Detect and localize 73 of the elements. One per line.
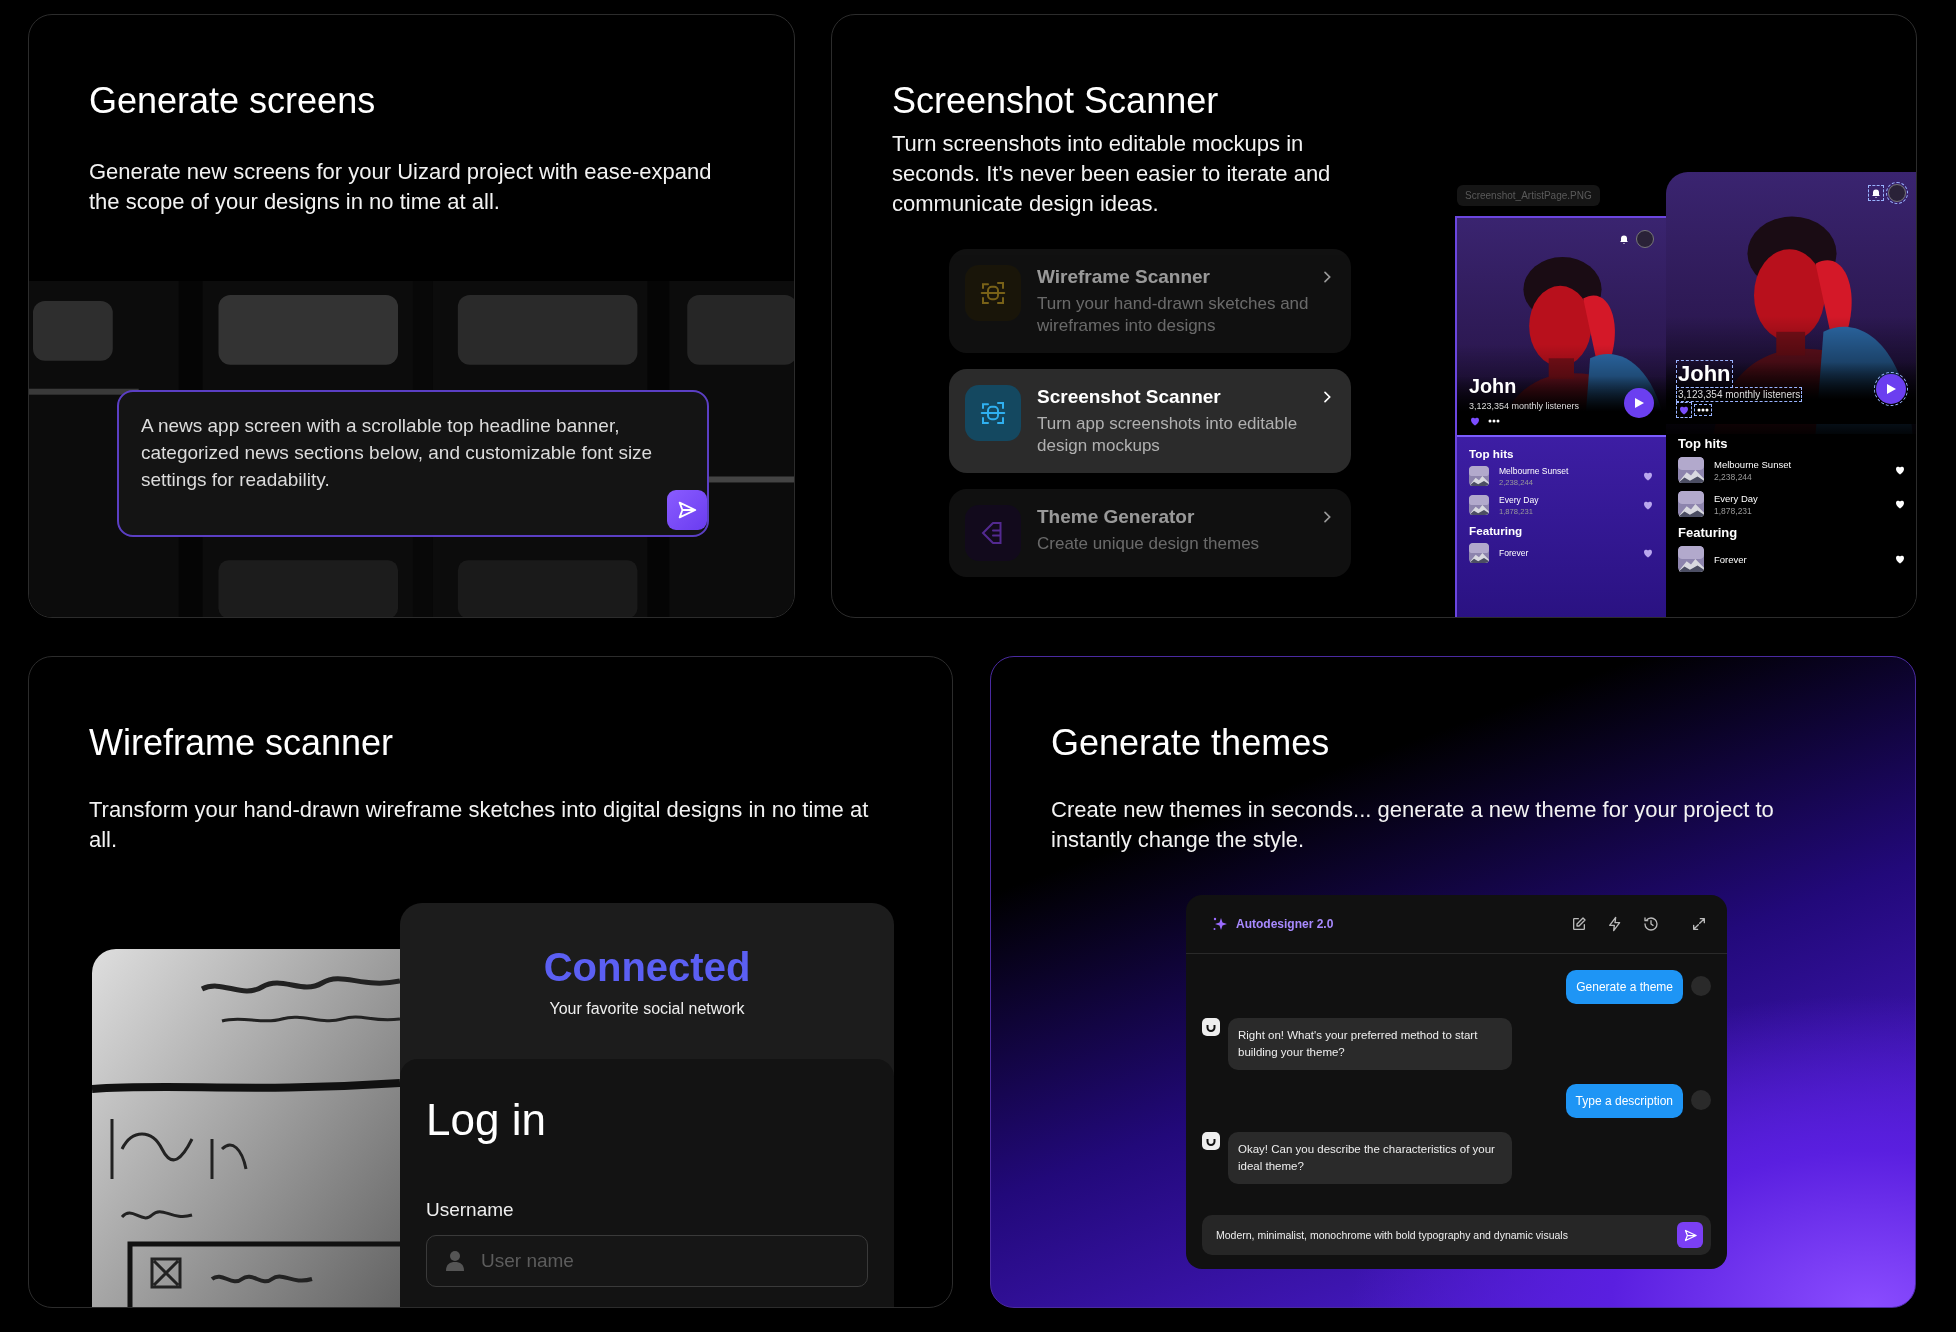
artist-name: John [1678, 362, 1731, 387]
track-title: Melbourne Sunset [1499, 465, 1570, 476]
card-description: Turn screenshots into editable mockups in seconds. It's never been easier to iterate and communicate design ideas. [892, 130, 1332, 218]
chat-message: Okay! Can you describe the characteristics of your ideal theme? [1228, 1132, 1512, 1184]
chat-message: Right on! What's your preferred method to start building your theme? [1228, 1018, 1512, 1070]
feature-title: Screenshot Scanner [1037, 385, 1222, 409]
track-title: Forever [1499, 547, 1530, 558]
track-title: Forever [1714, 553, 1748, 565]
send-icon [676, 499, 698, 521]
user-icon [446, 1251, 464, 1271]
card-title: Generate themes [1051, 721, 1331, 765]
app-name: Connected [543, 944, 751, 990]
send-button[interactable] [1677, 1222, 1703, 1248]
listeners-count: 3,123,354 monthly listeners [1469, 400, 1580, 411]
section-title: Top hits [1469, 446, 1515, 460]
feature-item[interactable]: Wireframe Scanner Turn your hand-drawn sketches and wireframes into designs [949, 249, 1351, 353]
chat-message: Type a description [1565, 1084, 1683, 1118]
play-icon [1885, 383, 1897, 395]
prompt-field[interactable]: A news app screen with a scrollable top headline banner, categorized news sections below, and customizable font size settings for readability. [117, 390, 709, 537]
heart-icon [1642, 470, 1654, 483]
listeners-count: 3,123,354 monthly listeners [1678, 389, 1801, 401]
username-field[interactable]: User name [426, 1235, 868, 1287]
feature-title: Theme Generator [1037, 505, 1196, 529]
file-name-label: Screenshot_ArtistPage.PNG [1457, 185, 1600, 206]
avatar-icon [1691, 1090, 1711, 1110]
card-description: Generate new screens for your Uizard project with ease-expand the scope of your designs in no time at all. [89, 158, 713, 216]
card-title: Screenshot Scanner [892, 79, 1220, 123]
section-title: Featuring [1469, 523, 1524, 537]
track-title: Every Day [1499, 494, 1540, 505]
heart-icon [1894, 553, 1906, 566]
chat-message: Generate a theme [1566, 970, 1683, 1004]
play-count: 1,878,231 [1714, 505, 1753, 516]
heart-icon [1642, 499, 1654, 512]
card-title: Generate screens [89, 79, 377, 123]
heart-icon [1894, 498, 1906, 511]
expand-icon[interactable] [1691, 916, 1707, 932]
send-icon [1682, 1227, 1698, 1243]
card-description: Transform your hand-drawn wireframe sketches into digital designs in no time at all. [89, 796, 870, 854]
field-label: Username [426, 1199, 515, 1221]
chat-input[interactable]: Modern, minimalist, monochrome with bold typography and dynamic visuals [1202, 1215, 1711, 1255]
feature-item[interactable]: Screenshot Scanner Turn app screenshots into editable design mockups [949, 369, 1351, 473]
edit-icon[interactable] [1571, 916, 1587, 932]
send-button[interactable] [667, 490, 707, 530]
section-title: Featuring [1678, 525, 1739, 541]
feature-title: Wireframe Scanner [1037, 265, 1211, 289]
card-title: Wireframe scanner [89, 721, 395, 765]
section-title: Top hits [1678, 436, 1729, 452]
history-icon[interactable] [1643, 916, 1659, 932]
feature-item[interactable]: Theme Generator Create unique design themes [949, 489, 1351, 577]
avatar-icon [1888, 184, 1906, 202]
more-icon [1696, 406, 1710, 415]
bell-icon [1870, 187, 1882, 199]
avatar-icon [1691, 976, 1711, 996]
feature-description: Create unique design themes [1037, 533, 1260, 555]
lightning-icon[interactable] [1607, 916, 1623, 932]
card-description: Create new themes in seconds... generate a new theme for your project to instantly change the style. [1051, 796, 1775, 854]
login-heading: Log in [426, 1095, 547, 1145]
feature-description: Turn app screenshots into editable design mockups [1037, 413, 1299, 457]
artist-name: John [1469, 376, 1517, 398]
chat-title: Autodesigner 2.0 [1236, 917, 1335, 931]
play-count: 2,238,244 [1714, 471, 1753, 482]
bot-icon [1202, 1132, 1220, 1150]
track-title: Melbourne Sunset [1714, 458, 1793, 470]
heart-icon [1894, 464, 1906, 477]
heart-icon [1678, 404, 1690, 417]
bot-icon [1202, 1018, 1220, 1036]
play-icon [1633, 397, 1645, 409]
app-tagline: Your favorite social network [549, 999, 745, 1018]
feature-description: Turn your hand-drawn sketches and wireframes into designs [1037, 293, 1310, 337]
play-button[interactable] [1876, 374, 1906, 404]
track-title: Every Day [1714, 492, 1759, 504]
sparkle-icon [1212, 916, 1228, 932]
bell-icon [1618, 233, 1630, 245]
